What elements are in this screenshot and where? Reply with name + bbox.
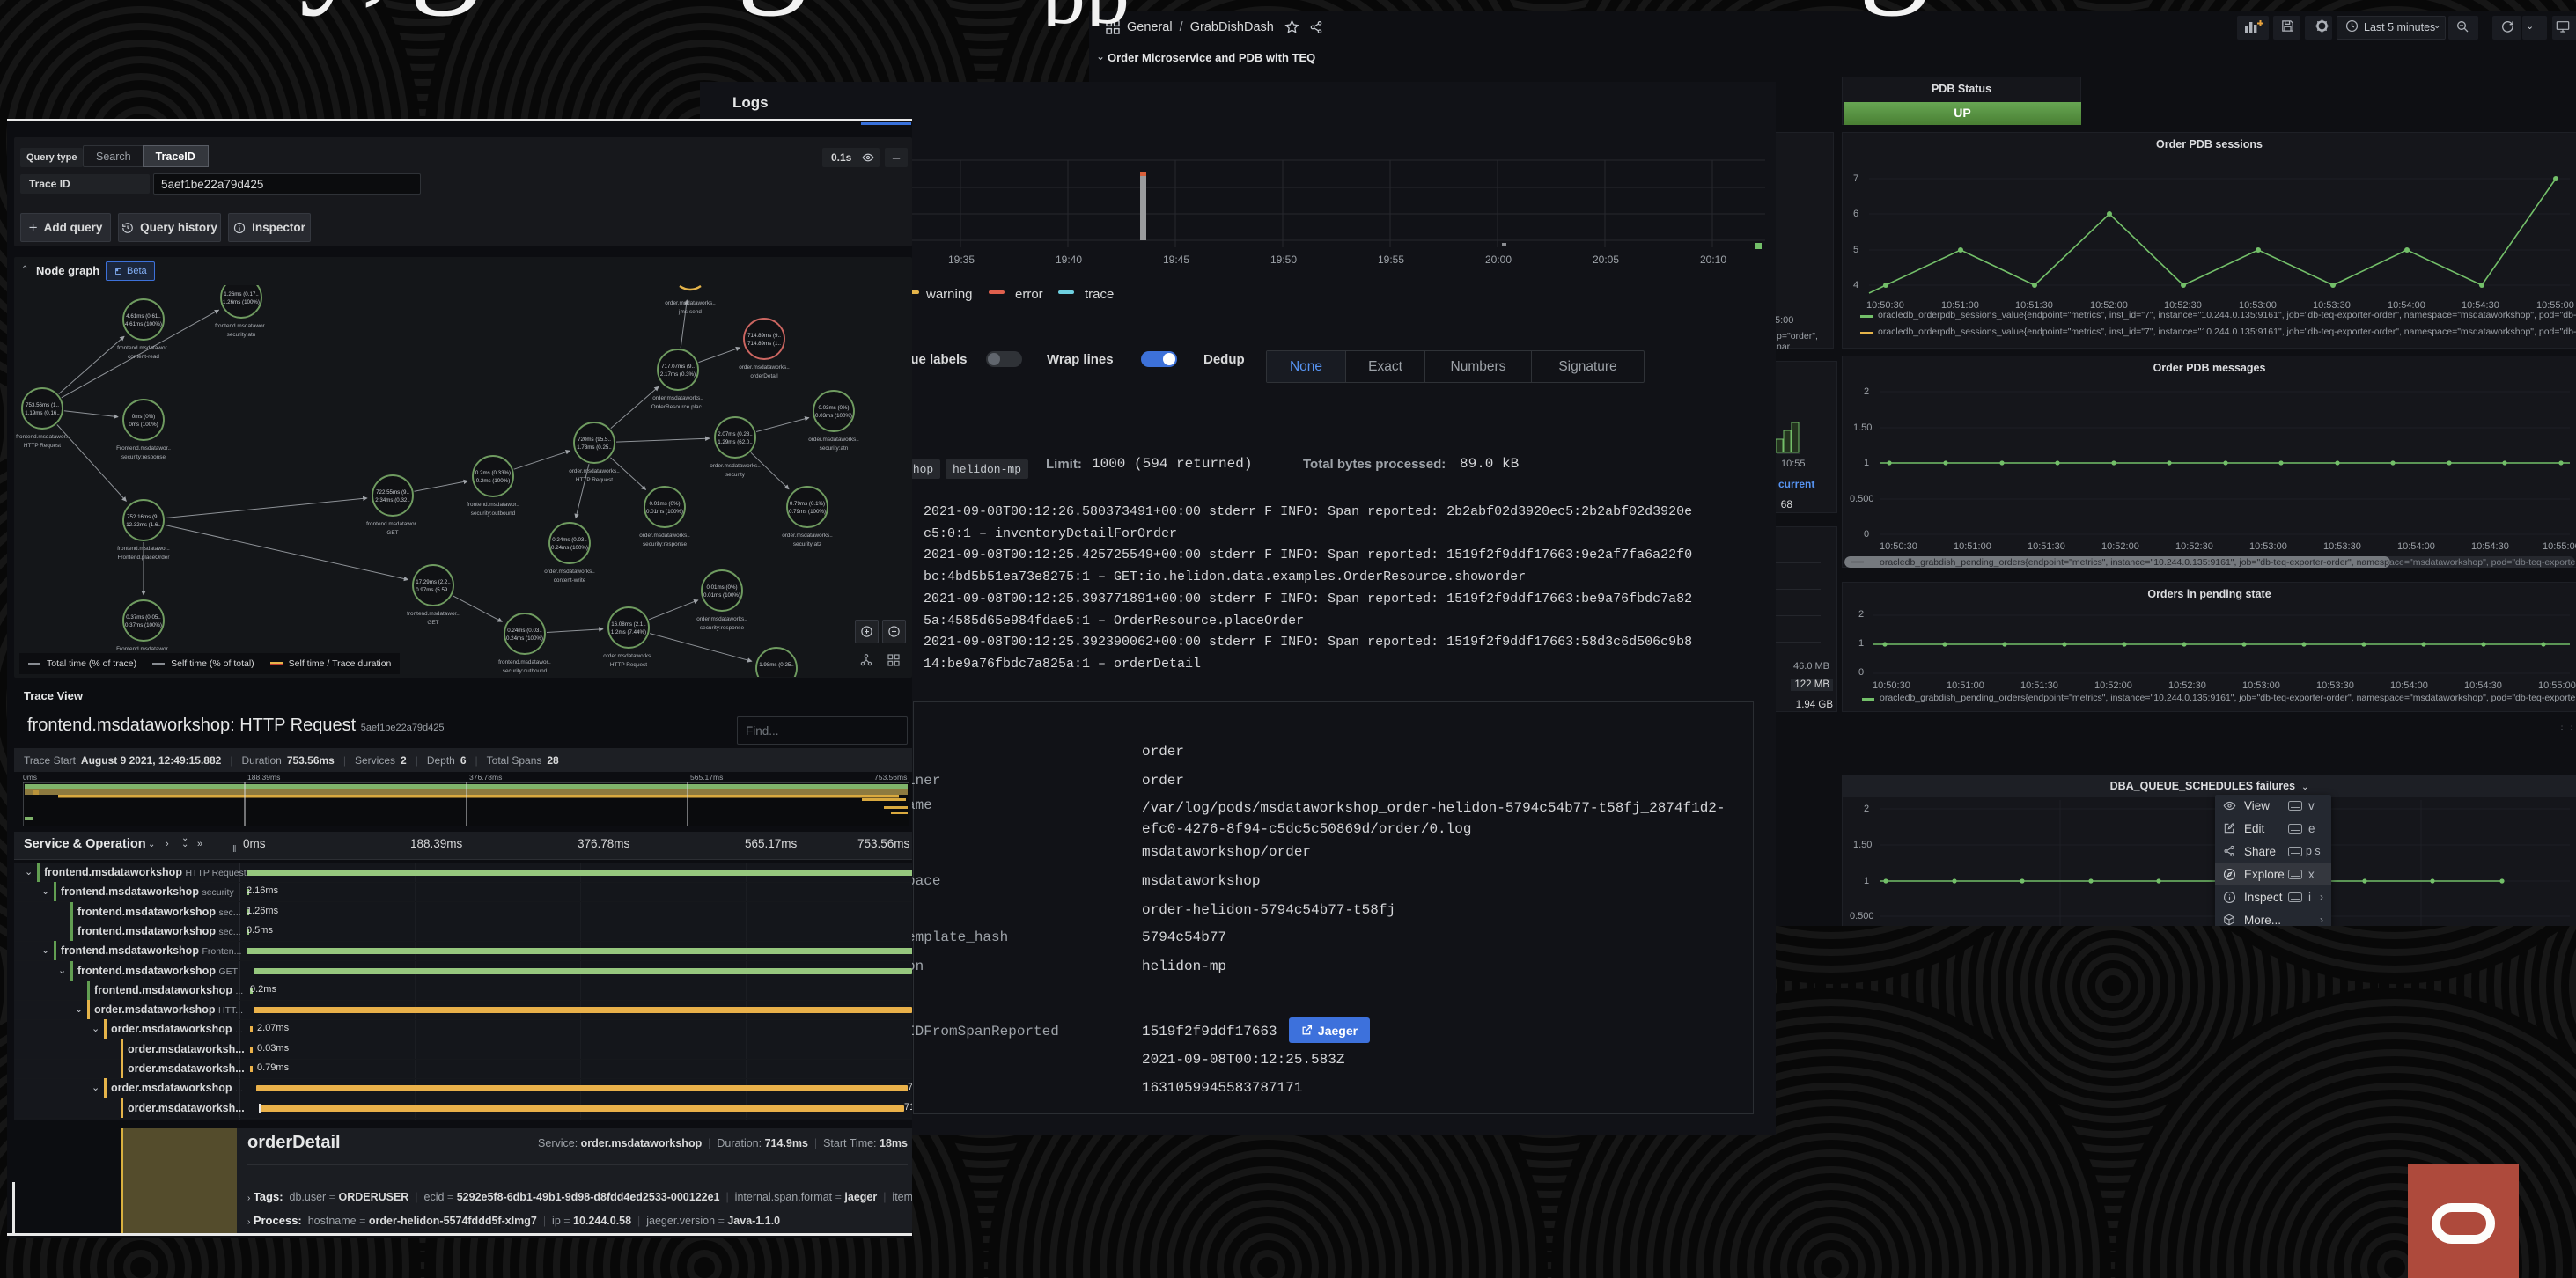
svg-text:order.msdataworks..: order.msdataworks.. [710, 463, 761, 469]
svg-text:0.01ms (100%): 0.01ms (100%) [703, 592, 740, 599]
svg-text:0.03ms (0%): 0.03ms (0%) [818, 405, 849, 411]
svg-text:1.73ms (0.25..: 1.73ms (0.25.. [577, 444, 612, 451]
svg-text:HTTP Request: HTTP Request [610, 662, 647, 668]
svg-text:0.24ms (100%): 0.24ms (100%) [506, 635, 543, 642]
svg-text:GET: GET [427, 620, 438, 626]
svg-text:security:atz: security:atz [793, 541, 821, 547]
svg-text:1.29ms (62.0..: 1.29ms (62.0.. [718, 439, 753, 445]
svg-text:order.msdataworks..: order.msdataworks.. [544, 569, 595, 575]
svg-text:orderDetail: orderDetail [750, 373, 777, 379]
svg-text:0.01ms (100%): 0.01ms (100%) [646, 509, 683, 515]
svg-text:1.26ms (100%): 1.26ms (100%) [223, 299, 260, 305]
svg-text:OrderResource.plac..: OrderResource.plac.. [651, 404, 705, 410]
svg-text:frontend.msdatawor..: frontend.msdatawor.. [498, 659, 551, 665]
svg-text:order.msdataworks..: order.msdataworks.. [603, 653, 654, 659]
svg-text:GET: GET [386, 530, 398, 536]
svg-text:2.07ms (0.28..: 2.07ms (0.28.. [718, 431, 753, 437]
svg-text:order.msdataworks..: order.msdataworks.. [665, 300, 716, 306]
svg-text:12.32ms (1.6..: 12.32ms (1.6.. [126, 522, 161, 528]
svg-text:order.msdataworks..: order.msdataworks.. [639, 532, 690, 539]
svg-text:security:atn: security:atn [820, 445, 849, 452]
svg-text:1.26ms (0.17..: 1.26ms (0.17.. [224, 291, 259, 297]
svg-text:720ms (95.5..: 720ms (95.5.. [578, 437, 611, 443]
svg-text:0.97ms (5.59..: 0.97ms (5.59.. [416, 587, 451, 593]
svg-text:content-read: content-read [128, 354, 159, 360]
svg-text:1.19ms (0.16..: 1.19ms (0.16.. [25, 410, 60, 416]
svg-text:frontend.msdatawor..: frontend.msdatawor.. [467, 502, 519, 508]
svg-text:4.61ms (100%): 4.61ms (100%) [125, 321, 162, 327]
svg-text:frontend.msdatawor..: frontend.msdatawor.. [407, 611, 460, 617]
svg-text:order.msdataworks..: order.msdataworks.. [782, 532, 833, 539]
svg-text:order.msdataworks..: order.msdataworks.. [739, 364, 790, 371]
svg-text:0.01ms (0%): 0.01ms (0%) [706, 584, 737, 591]
svg-text:0.37ms (100%): 0.37ms (100%) [125, 622, 162, 628]
svg-text:0.2ms (100%): 0.2ms (100%) [476, 478, 511, 484]
svg-text:frontend.msdatawor..: frontend.msdatawor.. [117, 546, 170, 552]
svg-text:order.msdataworks..: order.msdataworks.. [652, 395, 703, 401]
svg-text:Frontend.msdatawor..: Frontend.msdatawor.. [116, 445, 171, 452]
svg-text:1.98ms (0.25..: 1.98ms (0.25.. [759, 662, 794, 668]
svg-text:752.16ms (9..: 752.16ms (9.. [127, 514, 160, 520]
svg-text:order.msdataworks..: order.msdataworks.. [808, 437, 859, 443]
svg-text:security:response: security:response [700, 625, 745, 631]
svg-text:Frontend.placeOrder: Frontend.placeOrder [118, 555, 171, 561]
svg-text:2.17ms (0.3%): 2.17ms (0.3%) [660, 371, 696, 378]
svg-text:security:outbound: security:outbound [471, 510, 516, 517]
svg-text:753.56ms (1..: 753.56ms (1.. [26, 402, 59, 408]
svg-text:0.2ms (0.33%): 0.2ms (0.33%) [475, 470, 511, 476]
svg-text:16.08ms (2.1..: 16.08ms (2.1.. [611, 621, 646, 628]
svg-text:0.24ms (0.03..: 0.24ms (0.03.. [507, 628, 542, 634]
svg-text:frontend.msdatawor..: frontend.msdatawor.. [16, 434, 69, 440]
svg-text:order.msdataworks..: order.msdataworks.. [696, 616, 747, 622]
svg-text:HTTP Request: HTTP Request [24, 443, 61, 449]
svg-text:717.07ms (9..: 717.07ms (9.. [661, 364, 695, 370]
svg-text:jms-send: jms-send [678, 309, 702, 315]
svg-text:security:atn: security:atn [227, 332, 256, 338]
svg-text:frontend.msdatawor..: frontend.msdatawor.. [117, 345, 170, 351]
svg-text:2.34ms (0.32..: 2.34ms (0.32.. [375, 497, 410, 503]
svg-text:0.79ms (0.1%): 0.79ms (0.1%) [790, 501, 825, 507]
svg-text:security:response: security:response [121, 454, 166, 460]
svg-text:714.89ms (9..: 714.89ms (9.. [747, 333, 781, 339]
svg-text:Frontend.msdatawor..: Frontend.msdatawor.. [116, 646, 171, 652]
svg-text:content-write: content-write [554, 577, 586, 584]
svg-text:1.2ms (7.44%): 1.2ms (7.44%) [611, 629, 646, 635]
svg-text:0.37ms (0.05..: 0.37ms (0.05.. [126, 614, 161, 621]
svg-text:frontend.msdatawor..: frontend.msdatawor.. [366, 521, 419, 527]
svg-text:security:response: security:response [643, 541, 688, 547]
svg-text:0.24ms (0.03..: 0.24ms (0.03.. [552, 537, 587, 543]
svg-text:frontend.msdatawor..: frontend.msdatawor.. [215, 323, 268, 329]
svg-text:security:outbound: security:outbound [503, 668, 548, 674]
svg-text:0.24ms (100%): 0.24ms (100%) [551, 545, 588, 551]
svg-text:HTTP Request: HTTP Request [576, 477, 613, 483]
svg-text:722.55ms (9..: 722.55ms (9.. [376, 489, 409, 496]
svg-text:0.79ms (100%): 0.79ms (100%) [789, 509, 826, 515]
svg-text:0.01ms (0%): 0.01ms (0%) [649, 501, 680, 507]
svg-text:security: security [725, 472, 746, 478]
svg-text:order.msdataworks..: order.msdataworks.. [569, 468, 620, 474]
svg-text:0ms (100%): 0ms (100%) [129, 422, 158, 428]
svg-text:17.29ms (2.2..: 17.29ms (2.2.. [416, 579, 451, 585]
svg-text:4.61ms (0.61..: 4.61ms (0.61.. [126, 313, 161, 320]
svg-text:0ms (0%): 0ms (0%) [132, 414, 155, 420]
svg-text:0.03ms (100%): 0.03ms (100%) [815, 413, 852, 419]
svg-text:714.89ms (1..: 714.89ms (1.. [747, 341, 781, 347]
